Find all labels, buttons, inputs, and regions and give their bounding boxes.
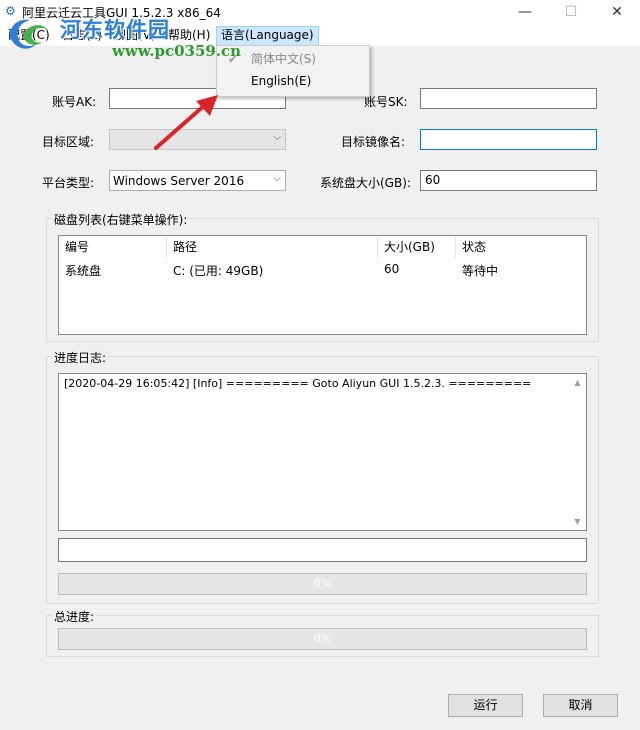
image-name-label: 目标镜像名:	[341, 135, 406, 149]
command-input[interactable]	[58, 538, 587, 562]
menu-option-label: English(E)	[251, 74, 312, 88]
log-scrollbar[interactable]: ▲ ▼	[570, 375, 585, 529]
run-button[interactable]: 运行	[448, 694, 523, 717]
column-header-id[interactable]: 编号	[59, 236, 167, 258]
image-name-input[interactable]	[420, 129, 597, 150]
checkmark-icon: ✔	[227, 52, 239, 66]
region-label: 目标区域:	[42, 135, 95, 149]
app-icon: ⚙	[5, 4, 16, 18]
annotation-arrow-icon	[154, 95, 218, 150]
menu-help[interactable]: 帮助(H)	[164, 26, 214, 44]
sysdisk-input[interactable]: 60	[420, 170, 597, 191]
table-row[interactable]: 系统盘 C: (已用: 49GB) 60 等待中	[59, 260, 586, 280]
menu-option-label: 简体中文(S)	[251, 52, 316, 66]
platform-select[interactable]: Windows Server 2016 ⌵	[109, 170, 286, 191]
ak-label: 账号AK:	[52, 95, 97, 109]
cell-id: 系统盘	[65, 264, 102, 278]
menu-log[interactable]: 日志(L)	[58, 26, 106, 44]
column-header-path[interactable]: 路径	[167, 236, 378, 258]
disk-list-title: 磁盘列表(右键菜单操作):	[52, 211, 190, 228]
scroll-up-icon[interactable]: ▲	[570, 375, 585, 390]
menu-option-simplified-chinese[interactable]: ✔ 简体中文(S)	[217, 48, 369, 70]
log-progress-label: 0%	[313, 577, 332, 590]
progress-log-title: 进度日志:	[52, 349, 109, 366]
menu-view[interactable]: 视图(V)	[110, 26, 160, 44]
disk-table[interactable]: 编号 路径 大小(GB) 状态 系统盘 C: (已用: 49GB) 60 等待中	[58, 235, 587, 335]
total-progress-bar: 0%	[58, 628, 587, 650]
sysdisk-label: 系统盘大小(GB):	[320, 176, 411, 190]
scroll-down-icon[interactable]: ▼	[570, 514, 585, 529]
chevron-down-icon: ⌵	[273, 132, 281, 143]
menu-bar: 配置(C) 日志(L) 视图(V) 帮助(H) 语言(Language)	[0, 24, 640, 46]
log-textarea[interactable]: [2020-04-29 16:05:42] [Info] ========= G…	[58, 373, 587, 531]
sk-label: 账号SK:	[364, 95, 408, 109]
log-line: [2020-04-29 16:05:42] [Info] ========= G…	[64, 377, 532, 390]
sk-input[interactable]	[420, 88, 597, 109]
minimize-button[interactable]: —	[502, 0, 548, 24]
cell-size: 60	[384, 262, 400, 276]
menu-config[interactable]: 配置(C)	[4, 26, 54, 44]
column-header-status[interactable]: 状态	[456, 236, 586, 258]
platform-value: Windows Server 2016	[113, 174, 245, 188]
column-header-size[interactable]: 大小(GB)	[378, 236, 456, 258]
window-title: 阿里云迁云工具GUI 1.5.2.3 x86_64	[22, 6, 221, 20]
language-dropdown: ✔ 简体中文(S) English(E)	[216, 45, 370, 97]
platform-label: 平台类型:	[42, 176, 95, 190]
chevron-down-icon: ⌵	[273, 173, 281, 184]
cell-status: 等待中	[462, 264, 499, 278]
cancel-button[interactable]: 取消	[543, 694, 618, 717]
cell-path: C: (已用: 49GB)	[173, 264, 264, 278]
log-progress-bar: 0%	[58, 573, 587, 595]
menu-language[interactable]: 语言(Language)	[216, 26, 319, 46]
close-button[interactable]: ✕	[594, 0, 640, 24]
title-bar: ⚙ 阿里云迁云工具GUI 1.5.2.3 x86_64 — ☐ ✕	[0, 0, 640, 24]
maximize-button[interactable]: ☐	[548, 0, 594, 24]
menu-option-english[interactable]: English(E)	[217, 70, 369, 92]
total-progress-label: 0%	[313, 632, 332, 645]
total-progress-title: 总进度:	[52, 608, 97, 625]
